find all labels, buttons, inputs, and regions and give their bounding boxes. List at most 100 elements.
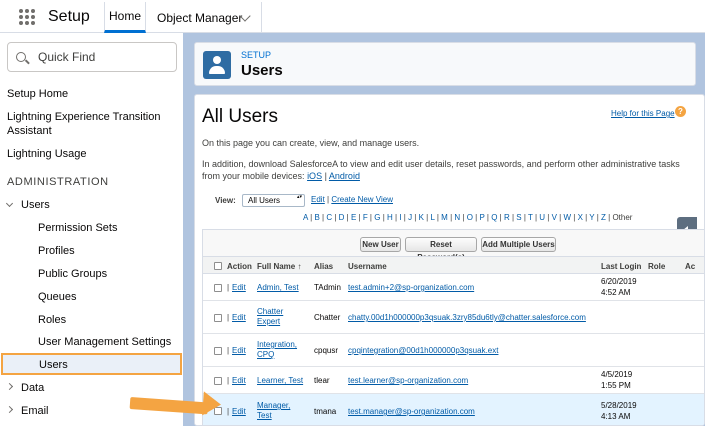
edit-view-link[interactable]: Edit <box>311 195 325 204</box>
sidebar-item-public-groups[interactable]: Public Groups <box>38 268 107 280</box>
help-link[interactable]: Help for this Page <box>611 109 675 118</box>
tab-home[interactable]: Home <box>104 2 146 33</box>
select-all-checkbox[interactable] <box>214 262 222 270</box>
filter-letter[interactable]: G <box>374 213 380 222</box>
sidebar-group-email[interactable]: Email <box>5 405 49 417</box>
sidebar-item-setup-home[interactable]: Setup Home <box>7 87 68 101</box>
row-username[interactable]: test.manager@sp-organization.com <box>348 407 475 417</box>
app-launcher-icon[interactable] <box>19 9 35 25</box>
row-username[interactable]: test.admin+2@sp-organization.com <box>348 283 474 293</box>
sidebar-item-permission-sets[interactable]: Permission Sets <box>38 222 117 234</box>
row-full-name[interactable]: Manager, Test <box>257 401 297 421</box>
android-link[interactable]: Android <box>329 171 360 181</box>
row-alias: tmana <box>314 407 337 416</box>
sidebar-group-data[interactable]: Data <box>5 382 45 394</box>
sidebar-item-lightning-usage[interactable]: Lightning Usage <box>7 147 87 161</box>
filter-letter[interactable]: N <box>454 213 460 222</box>
filter-letter[interactable]: A <box>303 213 308 222</box>
row-username[interactable]: cpqintegration@00d1h000000p3qsuak.ext <box>348 346 498 356</box>
filter-letter[interactable]: W <box>563 213 571 222</box>
filter-letter[interactable]: P <box>479 213 484 222</box>
filter-letter[interactable]: Y <box>589 213 594 222</box>
col-alias[interactable]: Alias <box>314 262 333 271</box>
table-row: | Edit Learner, Test tlear test.learner@… <box>203 367 704 394</box>
filter-letter[interactable]: S <box>516 213 521 222</box>
filter-letter[interactable]: X <box>578 213 583 222</box>
row-checkbox[interactable] <box>214 284 222 292</box>
filter-letter[interactable]: K <box>419 213 424 222</box>
col-active[interactable]: Ac <box>685 262 695 271</box>
tab-object-manager[interactable]: Object Manager <box>147 2 262 33</box>
ios-link[interactable]: iOS <box>307 171 322 181</box>
reset-passwords-button[interactable]: Reset Password(s) <box>405 237 477 262</box>
sidebar-item-users[interactable]: Users <box>1 353 182 375</box>
filter-letter-other[interactable]: Other <box>612 213 632 222</box>
row-alias: Chatter <box>314 313 341 322</box>
filter-letter[interactable]: C <box>326 213 332 222</box>
filter-letter[interactable]: M <box>441 213 448 222</box>
sidebar-item-user-management-settings[interactable]: User Management Settings <box>38 336 171 348</box>
filter-letter[interactable]: O <box>467 213 473 222</box>
sidebar-group-data-label: Data <box>21 382 45 394</box>
view-links: Edit | Create New View <box>311 195 393 204</box>
filter-letter[interactable]: B <box>314 213 319 222</box>
sidebar-item-roles[interactable]: Roles <box>38 314 66 326</box>
row-username[interactable]: chatty.00d1h000000p3qsuak.3zry85du6tly@c… <box>348 313 586 323</box>
row-username[interactable]: test.learner@sp-organization.com <box>348 376 468 386</box>
filter-letter[interactable]: J <box>408 213 412 222</box>
filter-letter[interactable]: V <box>552 213 557 222</box>
sidebar-group-email-label: Email <box>21 405 49 417</box>
row-edit-link[interactable]: Edit <box>232 346 246 356</box>
add-multiple-users-button[interactable]: Add Multiple Users <box>481 237 556 252</box>
view-select[interactable]: All Users <box>242 194 305 207</box>
row-checkbox[interactable] <box>214 377 222 385</box>
row-full-name[interactable]: Admin, Test <box>257 283 299 293</box>
help-icon[interactable]: ? <box>675 106 686 117</box>
users-table: New User Reset Password(s) Add Multiple … <box>202 229 704 425</box>
filter-letter[interactable]: E <box>351 213 356 222</box>
user-icon <box>203 51 231 79</box>
col-username[interactable]: Username <box>348 262 387 271</box>
row-checkbox[interactable] <box>214 314 222 322</box>
sidebar-group-users[interactable]: Users <box>5 199 50 211</box>
filter-letter[interactable]: L <box>430 213 434 222</box>
sidebar-item-profiles[interactable]: Profiles <box>38 245 75 257</box>
filter-letter[interactable]: Z <box>601 213 606 222</box>
filter-letter[interactable]: H <box>387 213 393 222</box>
row-edit-link[interactable]: Edit <box>232 407 246 417</box>
tab-object-manager-label: Object Manager <box>157 10 243 25</box>
filter-letter[interactable]: I <box>399 213 401 222</box>
table-row: | Edit Admin, Test TAdmin test.admin+2@s… <box>203 274 704 301</box>
intro-text: On this page you can create, view, and m… <box>202 138 420 148</box>
download-text-body: In addition, download SalesforceA to vie… <box>202 159 680 181</box>
filter-letter[interactable]: Q <box>491 213 497 222</box>
section-heading-administration: ADMINISTRATION <box>7 176 109 188</box>
filter-letter[interactable]: R <box>504 213 510 222</box>
create-new-view-link[interactable]: Create New View <box>331 195 393 204</box>
row-checkbox[interactable] <box>214 347 222 355</box>
row-edit-link[interactable]: Edit <box>232 313 246 323</box>
filter-letter[interactable]: D <box>339 213 345 222</box>
search-icon <box>16 52 26 62</box>
new-user-button[interactable]: New User <box>360 237 401 252</box>
filter-letter[interactable]: U <box>539 213 545 222</box>
row-last-login-date: 6/20/2019 <box>601 277 637 286</box>
row-edit-link[interactable]: Edit <box>232 283 246 293</box>
col-last-login[interactable]: Last Login <box>601 262 641 271</box>
col-full-name[interactable]: Full Name ↑ <box>257 262 301 271</box>
sidebar-item-transition-assistant[interactable]: Lightning Experience Transition Assistan… <box>7 110 177 138</box>
table-row: | Edit Manager, Test tmana test.manager@… <box>203 394 704 425</box>
row-full-name[interactable]: Integration, CPQ <box>257 340 307 360</box>
col-role[interactable]: Role <box>648 262 665 271</box>
row-full-name[interactable]: Chatter Expert <box>257 307 297 327</box>
row-last-login-date: 5/28/2019 <box>601 401 637 410</box>
view-label: View: <box>215 196 236 205</box>
row-full-name[interactable]: Learner, Test <box>257 376 303 386</box>
table-row: | Edit Chatter Expert Chatter chatty.00d… <box>203 301 704 334</box>
row-last-login-date: 4/5/2019 <box>601 370 633 379</box>
filter-letter[interactable]: T <box>528 213 533 222</box>
sidebar-item-queues[interactable]: Queues <box>38 291 77 303</box>
quick-find-input[interactable]: Quick Find <box>7 42 177 72</box>
filter-letter[interactable]: F <box>363 213 368 222</box>
row-edit-link[interactable]: Edit <box>232 376 246 386</box>
